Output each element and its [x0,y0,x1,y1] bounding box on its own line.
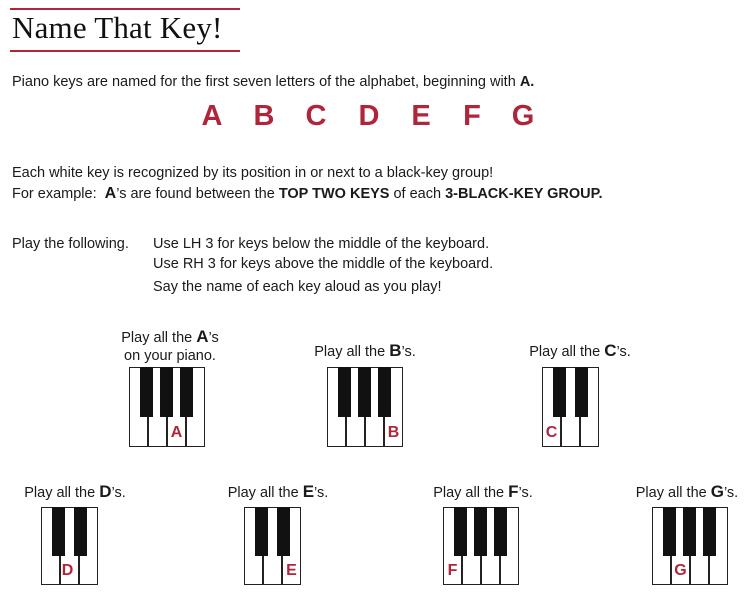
caption-b-pre: Play all the [314,344,390,360]
key-label-c: C [545,424,558,441]
caption-c-post: ’s. [616,344,631,360]
recognize-bold-a: A [104,185,117,202]
keyboard-g: G [652,507,728,585]
key-label-e: E [286,562,297,579]
page-title: Name That Key! [12,10,223,45]
letter-g: G [511,100,535,132]
black-key [663,507,676,556]
caption-b-key: B [389,341,402,360]
caption-c-pre: Play all the [529,344,605,360]
keyboard-b: B [327,367,403,447]
play-line-2: Use RH 3 for keys above the middle of th… [153,256,494,272]
letter-c: C [305,100,327,132]
keyboard-f: F [443,507,519,585]
recognize-bold-top: TOP TWO KEYS [278,186,390,202]
keyboard-d: D [41,507,98,585]
caption-c-key: C [604,341,617,360]
caption-f-post: ’s. [518,485,533,501]
black-key [553,367,566,417]
caption-g-key: G [710,482,724,501]
letter-a: A [201,100,223,132]
letter-f: F [463,100,481,132]
caption-a: Play all the A’s on your piano. [100,328,240,365]
caption-g-pre: Play all the [635,485,711,501]
caption-a-line2: on your piano. [124,348,216,364]
keyboard-c: C [542,367,599,447]
caption-a-post: ’s [208,330,219,346]
recognize-line-2: For example: A’s are found between the T… [12,184,602,204]
play-lead: Play the following. [12,236,129,252]
letter-b: B [253,100,275,132]
caption-g-post: ’s. [723,485,739,501]
black-key [140,367,153,417]
key-label-a: A [170,424,183,441]
caption-e-key: E [302,482,315,501]
black-key [160,367,173,417]
keyboard-e: E [244,507,301,585]
recognize-line-1: Each white key is recognized by its posi… [12,165,494,181]
black-key [338,367,351,417]
intro-text: Piano keys are named for the first seven… [12,74,520,90]
caption-f-pre: Play all the [433,485,509,501]
recognize-prefix: For example: [12,186,105,202]
black-key [378,367,391,417]
play-line-3: Say the name of each key aloud as you pl… [153,279,442,295]
caption-d-key: D [99,482,112,501]
title-rule-bottom [10,50,240,52]
caption-c: Play all the C’s. [515,342,645,361]
caption-e: Play all the E’s. [213,483,343,502]
black-key [474,507,487,556]
caption-a-pre: Play all the [121,330,197,346]
key-label-b: B [387,424,400,441]
recognize-mid: ’s are found between the [116,186,279,202]
caption-e-post: ’s. [314,485,329,501]
key-label-g: G [674,562,687,579]
black-key [358,367,371,417]
black-key [180,367,193,417]
black-key [454,507,467,556]
caption-a-key: A [196,327,209,346]
black-key [683,507,696,556]
black-key [74,507,87,556]
play-line-1: Use LH 3 for keys below the middle of th… [153,236,490,252]
caption-f: Play all the F’s. [418,483,548,502]
recognize-of: of each [389,186,446,202]
caption-f-key: F [508,482,519,501]
black-key [52,507,65,556]
black-key [703,507,716,556]
caption-e-pre: Play all the [227,485,303,501]
intro-paragraph: Piano keys are named for the first seven… [12,72,534,92]
black-key [494,507,507,556]
caption-b-post: ’s. [401,344,416,360]
recognize-bold-group: 3-BLACK-KEY GROUP. [445,186,603,202]
key-label-f: F [447,562,458,579]
black-key [277,507,290,556]
caption-d-post: ’s. [111,485,126,501]
black-key [575,367,588,417]
keyboard-a: A [129,367,205,447]
caption-b: Play all the B’s. [300,342,430,361]
black-key [255,507,268,556]
caption-d: Play all the D’s. [10,483,140,502]
intro-bold: A. [519,74,535,90]
caption-d-pre: Play all the [24,485,100,501]
letter-e: E [411,100,431,132]
letter-d: D [358,100,380,132]
key-label-d: D [61,562,74,579]
caption-g: Play all the G’s. [622,483,749,502]
